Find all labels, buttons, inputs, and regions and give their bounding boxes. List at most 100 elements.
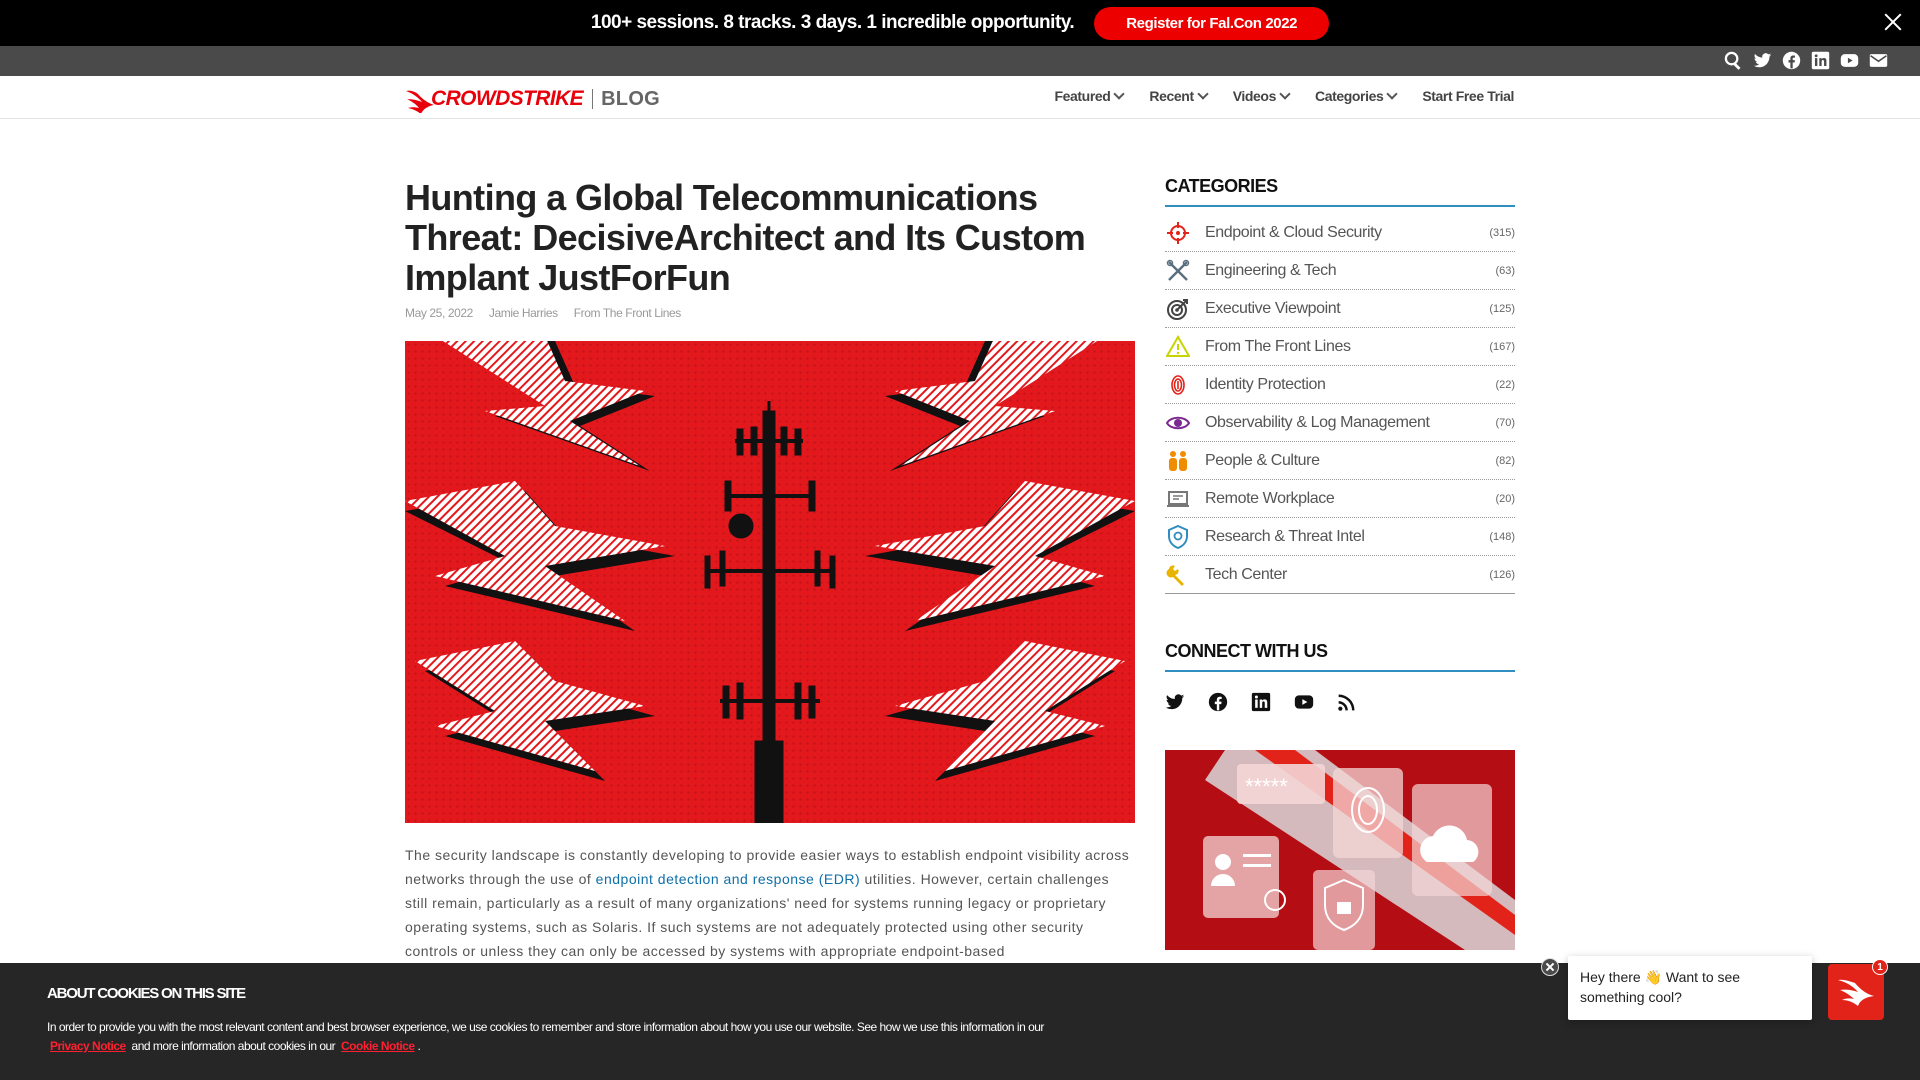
category-label: People & Culture: [1205, 451, 1320, 469]
crosshair-icon: [1165, 220, 1191, 246]
tools-icon: [1165, 258, 1191, 284]
target-icon: [1165, 296, 1191, 322]
connect-heading: CONNECT WITH US: [1165, 641, 1515, 672]
sidebar: CATEGORIES Endpoint & Cloud Security (31…: [1165, 176, 1515, 950]
category-label: Executive Viewpoint: [1205, 299, 1341, 317]
category-list: Endpoint & Cloud Security (315) Engineer…: [1165, 214, 1515, 594]
connect-icons: [1165, 692, 1515, 712]
category-item[interactable]: People & Culture (82): [1165, 442, 1515, 480]
category-item[interactable]: Remote Workplace (20): [1165, 480, 1515, 518]
twitter-icon[interactable]: [1753, 51, 1772, 70]
logo-divider: [592, 89, 594, 109]
article-title: Hunting a Global Telecommunications Thre…: [405, 177, 1086, 298]
hero-image: [405, 341, 1135, 823]
nav-videos-label: Videos: [1232, 88, 1277, 104]
connect-section: CONNECT WITH US: [1165, 641, 1515, 712]
article-meta: May 25, 2022 Jamie Harries From The Fron…: [405, 306, 1135, 320]
category-count: (315): [1489, 226, 1515, 239]
article-body: The security landscape is constantly dev…: [405, 843, 1135, 963]
category-item[interactable]: Tech Center (126): [1165, 556, 1515, 594]
cookie-text-1: In order to provide you with the most re…: [47, 1020, 1044, 1034]
falcon-icon: [1838, 979, 1874, 1006]
nav-start-free-trial[interactable]: Start Free Trial: [1422, 88, 1514, 104]
category-count: (70): [1495, 416, 1515, 429]
facebook-icon[interactable]: [1208, 692, 1228, 712]
chat-notification-badge: 1: [1872, 959, 1888, 975]
nav-menu: Featured Recent Videos Categories Start …: [1054, 88, 1514, 104]
article: Hunting a Global Telecommunications Thre…: [405, 178, 1135, 963]
nav-categories-label: Categories: [1314, 88, 1384, 104]
social-strip: [0, 46, 1920, 76]
wrench-icon: [1165, 562, 1191, 588]
fingerprint-icon: [1165, 372, 1191, 398]
nav-videos[interactable]: Videos: [1232, 88, 1291, 104]
promo-text: 100+ sessions. 8 tracks. 3 days. 1 incre…: [590, 12, 1075, 33]
promo-banner: 100+ sessions. 8 tracks. 3 days. 1 incre…: [0, 0, 1920, 46]
rss-icon[interactable]: [1337, 692, 1357, 712]
password-glyphs: *****: [1245, 774, 1288, 799]
logo-blog-label: BLOG: [601, 87, 661, 110]
category-item[interactable]: Observability & Log Management (70): [1165, 404, 1515, 442]
category-item[interactable]: Executive Viewpoint (125): [1165, 290, 1515, 328]
category-count: (22): [1495, 378, 1515, 391]
linkedin-icon[interactable]: [1811, 51, 1830, 70]
category-label: Endpoint & Cloud Security: [1205, 223, 1382, 241]
cookie-heading: ABOUT COOKIES ON THIS SITE: [47, 985, 246, 1002]
category-count: (63): [1495, 264, 1515, 277]
categories-heading: CATEGORIES: [1165, 176, 1515, 207]
logo-wordmark: CROWDSTRIKE: [431, 87, 584, 110]
crowdstrike-logo[interactable]: CROWDSTRIKE BLOG: [405, 85, 660, 113]
register-button[interactable]: Register for Fal.Con 2022: [1094, 6, 1330, 40]
category-label: From The Front Lines: [1205, 337, 1351, 355]
category-item[interactable]: From The Front Lines (167): [1165, 328, 1515, 366]
category-label: Engineering & Tech: [1205, 261, 1337, 279]
category-item[interactable]: Research & Threat Intel (148): [1165, 518, 1515, 556]
category-count: (82): [1495, 454, 1515, 467]
email-icon[interactable]: [1869, 51, 1888, 70]
chat-message[interactable]: Hey there 👋 Want to see something cool?: [1568, 956, 1812, 1020]
nav-featured[interactable]: Featured: [1054, 88, 1126, 104]
cookie-text: In order to provide you with the most re…: [47, 1018, 1087, 1056]
chevron-down-icon: [1279, 88, 1291, 100]
category-item[interactable]: Identity Protection (22): [1165, 366, 1515, 404]
privacy-notice-link[interactable]: Privacy Notice: [50, 1039, 126, 1053]
close-icon[interactable]: [1880, 9, 1906, 35]
twitter-icon[interactable]: [1165, 692, 1185, 712]
shield-icon: [1165, 524, 1191, 550]
nav-categories[interactable]: Categories: [1314, 88, 1399, 104]
chat-close-icon[interactable]: [1541, 958, 1559, 976]
youtube-icon[interactable]: [1294, 692, 1314, 712]
category-item[interactable]: Engineering & Tech (63): [1165, 252, 1515, 290]
category-label: Research & Threat Intel: [1205, 527, 1365, 545]
chevron-down-icon: [1386, 88, 1399, 100]
article-date: May 25, 2022: [405, 306, 473, 320]
chevron-down-icon: [1197, 88, 1209, 100]
category-label: Observability & Log Management: [1205, 413, 1430, 431]
category-label: Remote Workplace: [1205, 489, 1335, 507]
category-count: (148): [1489, 530, 1515, 543]
cookie-notice-link[interactable]: Cookie Notice: [341, 1039, 415, 1053]
article-author[interactable]: Jamie Harries: [489, 306, 558, 320]
edr-link[interactable]: endpoint detection and response (EDR): [596, 871, 860, 887]
article-category[interactable]: From The Front Lines: [574, 306, 682, 320]
cookie-text-3: .: [417, 1039, 421, 1053]
nav-recent-label: Recent: [1149, 88, 1194, 104]
category-item[interactable]: Endpoint & Cloud Security (315): [1165, 214, 1515, 252]
warning-icon: [1165, 334, 1191, 360]
youtube-icon[interactable]: [1840, 51, 1859, 70]
nav-recent[interactable]: Recent: [1149, 88, 1209, 104]
category-count: (167): [1489, 340, 1515, 353]
cookie-text-2: and more information about cookies in ou…: [128, 1039, 339, 1053]
category-count: (126): [1489, 568, 1515, 581]
main-nav: CROWDSTRIKE BLOG Featured Recent Videos …: [0, 76, 1920, 119]
facebook-icon[interactable]: [1782, 51, 1801, 70]
sidebar-promo-image[interactable]: *****: [1165, 750, 1515, 950]
category-count: (20): [1495, 492, 1515, 505]
linkedin-icon[interactable]: [1251, 692, 1271, 712]
category-label: Identity Protection: [1205, 375, 1326, 393]
people-icon: [1165, 448, 1191, 474]
cell-tower-illustration: [405, 341, 1135, 823]
chevron-down-icon: [1113, 88, 1126, 100]
category-label: Tech Center: [1205, 565, 1287, 583]
search-icon[interactable]: [1724, 51, 1743, 70]
